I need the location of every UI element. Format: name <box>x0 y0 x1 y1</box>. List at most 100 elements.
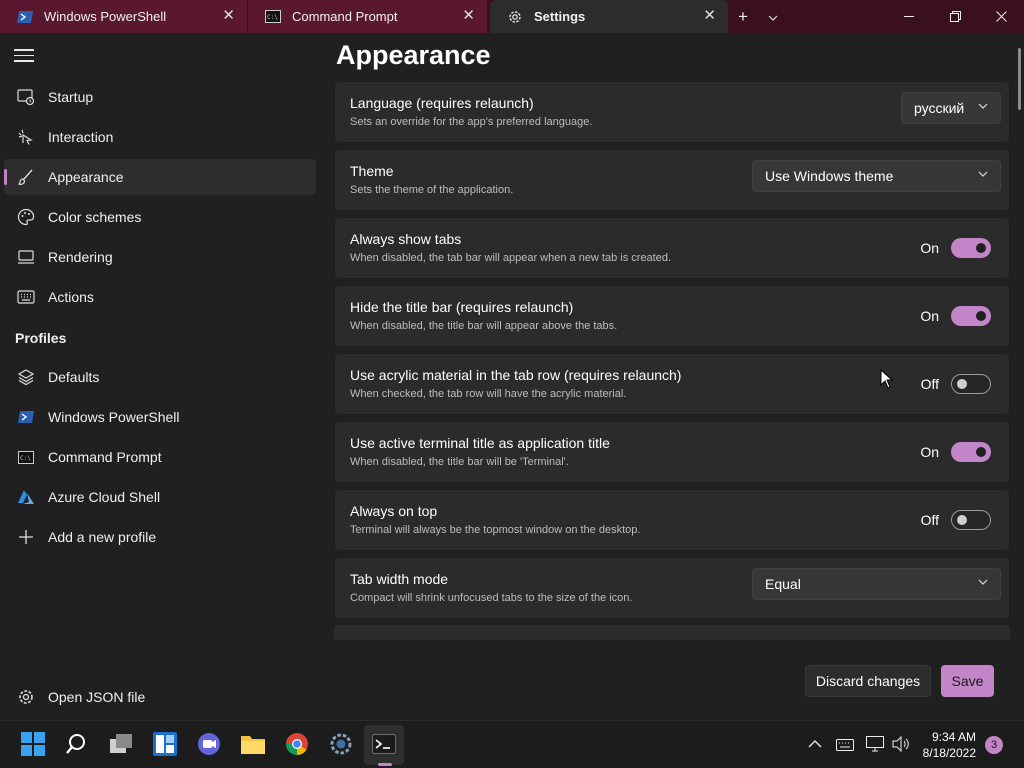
close-icon[interactable]: ✕ <box>462 8 475 24</box>
windows-start-icon[interactable] <box>20 731 46 757</box>
setting-title: Use active terminal title as application… <box>350 435 610 451</box>
sidebar-item-label: Startup <box>48 89 94 105</box>
system-clock[interactable]: 9:34 AM 8/18/2022 <box>923 729 976 761</box>
setting-always-show-tabs: Always show tabs When disabled, the tab … <box>334 217 1010 279</box>
cmd-icon: C:\ <box>16 447 36 467</box>
setting-title: Always show tabs <box>350 231 462 247</box>
profiles-header: Profiles <box>15 330 67 346</box>
setting-tab-width-mode: Tab width mode Compact will shrink unfoc… <box>334 557 1010 619</box>
close-window-button[interactable] <box>978 0 1024 33</box>
file-explorer-icon[interactable] <box>240 731 266 757</box>
sidebar-item-interaction[interactable]: Interaction <box>4 119 316 155</box>
azure-icon <box>16 487 36 507</box>
settings-icon[interactable] <box>328 731 354 757</box>
discard-changes-button[interactable]: Discard changes <box>805 665 931 697</box>
sidebar-item-label: Windows PowerShell <box>48 409 180 425</box>
tab-windows-powershell[interactable]: Windows PowerShell ✕ <box>0 0 248 33</box>
toggle-state-label: On <box>920 444 939 460</box>
sidebar-item-windows-powershell[interactable]: Windows PowerShell <box>4 399 316 435</box>
sidebar-item-label: Add a new profile <box>48 529 157 545</box>
scrollbar[interactable] <box>1018 48 1021 110</box>
sidebar-item-appearance[interactable]: Appearance <box>4 159 316 195</box>
svg-text:C:\: C:\ <box>20 455 31 462</box>
setting-description: Terminal will always be the topmost wind… <box>350 524 641 536</box>
sidebar-item-actions[interactable]: Actions <box>4 279 316 315</box>
active-terminal-title-toggle[interactable] <box>951 442 991 462</box>
tab-settings[interactable]: Settings ✕ <box>490 0 728 33</box>
toggle-state-label: On <box>920 240 939 256</box>
sidebar-item-label: Command Prompt <box>48 449 162 465</box>
hide-title-bar-toggle[interactable] <box>951 306 991 326</box>
chevron-up-icon[interactable] <box>808 735 822 751</box>
setting-acrylic-tab-row: Use acrylic material in the tab row (req… <box>334 353 1010 415</box>
tab-label: Windows PowerShell <box>44 9 167 24</box>
chrome-icon[interactable] <box>284 731 310 757</box>
setting-description: When disabled, the title bar will appear… <box>350 320 618 332</box>
always-show-tabs-toggle[interactable] <box>951 238 991 258</box>
setting-title: Tab width mode <box>350 571 449 587</box>
notification-badge[interactable]: 3 <box>985 736 1003 754</box>
chevron-down-icon <box>978 101 988 112</box>
acrylic-tab-row-toggle[interactable] <box>951 374 991 394</box>
setting-title: Theme <box>350 163 394 179</box>
tab-label: Command Prompt <box>292 9 398 24</box>
toggle-state-label: Off <box>920 376 939 392</box>
setting-always-on-top: Always on top Terminal will always be th… <box>334 489 1010 551</box>
page-title: Appearance <box>336 40 491 70</box>
clock-time: 9:34 AM <box>931 730 976 744</box>
hamburger-menu-icon[interactable] <box>14 49 34 63</box>
gear-icon <box>506 10 524 24</box>
setting-description: Compact will shrink unfocused tabs to th… <box>350 592 633 604</box>
tab-command-prompt[interactable]: C:\ Command Prompt ✕ <box>248 0 488 33</box>
volume-icon[interactable] <box>892 735 910 755</box>
teams-chat-icon[interactable] <box>196 731 222 757</box>
close-icon[interactable]: ✕ <box>222 8 235 24</box>
setting-title: Hide the title bar (requires relaunch) <box>350 299 574 315</box>
sidebar-item-color-schemes[interactable]: Color schemes <box>4 199 316 235</box>
new-tab-button[interactable]: + <box>728 7 758 27</box>
svg-text:C:\: C:\ <box>267 14 278 21</box>
chevron-down-icon <box>978 577 988 588</box>
sidebar-item-azure-cloud-shell[interactable]: Azure Cloud Shell <box>4 479 316 515</box>
setting-description: Sets an override for the app's preferred… <box>350 116 593 128</box>
tab-width-mode-dropdown[interactable]: Equal <box>752 568 1001 600</box>
setting-description: Sets the theme of the application. <box>350 184 514 196</box>
always-on-top-toggle[interactable] <box>951 510 991 530</box>
restore-button[interactable] <box>932 0 978 33</box>
sidebar-item-command-prompt[interactable]: C:\ Command Prompt <box>4 439 316 475</box>
network-icon[interactable] <box>866 736 884 755</box>
setting-card-partial <box>334 625 1010 640</box>
task-view-icon[interactable] <box>108 731 134 757</box>
theme-dropdown[interactable]: Use Windows theme <box>752 160 1001 192</box>
open-json-label: Open JSON file <box>48 689 146 705</box>
sidebar-item-startup[interactable]: Startup <box>4 79 316 115</box>
clock-date: 8/18/2022 <box>922 746 976 760</box>
setting-title: Always on top <box>350 503 438 519</box>
setting-language: Language (requires relaunch) Sets an ove… <box>334 81 1010 143</box>
sidebar-item-defaults[interactable]: Defaults <box>4 359 316 395</box>
tab-dropdown-button[interactable] <box>758 9 788 24</box>
toggle-state-label: Off <box>920 512 939 528</box>
sidebar-item-label: Color schemes <box>48 209 142 225</box>
sidebar-item-label: Defaults <box>48 369 100 385</box>
widgets-icon[interactable] <box>152 731 178 757</box>
active-app-indicator <box>378 763 392 766</box>
sidebar-item-rendering[interactable]: Rendering <box>4 239 316 275</box>
title-bar: Windows PowerShell ✕ C:\ Command Prompt … <box>0 0 1024 33</box>
close-icon[interactable]: ✕ <box>703 8 716 24</box>
save-button[interactable]: Save <box>941 665 994 697</box>
setting-active-terminal-title: Use active terminal title as application… <box>334 421 1010 483</box>
toggle-state-label: On <box>920 308 939 324</box>
setting-description: When checked, the tab row will have the … <box>350 388 627 400</box>
search-icon[interactable] <box>63 731 89 757</box>
terminal-icon[interactable] <box>371 731 397 757</box>
open-json-file-button[interactable]: Open JSON file <box>4 679 316 715</box>
setting-hide-title-bar: Hide the title bar (requires relaunch) W… <box>334 285 1010 347</box>
sidebar-item-label: Rendering <box>48 249 113 265</box>
keyboard-icon[interactable] <box>836 738 854 754</box>
sidebar-item-add-profile[interactable]: Add a new profile <box>4 519 316 555</box>
powershell-icon <box>16 10 34 24</box>
minimize-button[interactable] <box>886 0 932 33</box>
dropdown-value: русский <box>914 100 965 116</box>
language-dropdown[interactable]: русский <box>901 92 1001 124</box>
